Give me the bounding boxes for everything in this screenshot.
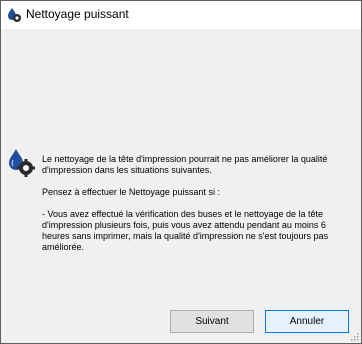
message-text: Le nettoyage de la tête d'impression pou… [42, 154, 352, 264]
resize-grip-icon[interactable] [349, 331, 359, 341]
window-title: Nettoyage puissant [26, 7, 129, 21]
next-button[interactable]: Suivant [170, 310, 254, 333]
dialog-body: Le nettoyage de la tête d'impression pou… [1, 29, 361, 343]
dialog-window: Nettoyage puissant Le nettoyage de la tê… [0, 0, 362, 344]
message-paragraph-condition: - Vous avez effectué la vérification des… [42, 209, 329, 252]
printer-head-cleaning-icon [8, 8, 21, 22]
message-paragraph-suggestion: Pensez à effectuer le Nettoyage puissant… [42, 187, 220, 197]
printer-head-cleaning-icon [9, 149, 35, 177]
message-paragraph-intro: Le nettoyage de la tête d'impression pou… [42, 154, 328, 175]
cancel-button[interactable]: Annuler [265, 310, 349, 333]
title-bar[interactable]: Nettoyage puissant [1, 1, 361, 29]
